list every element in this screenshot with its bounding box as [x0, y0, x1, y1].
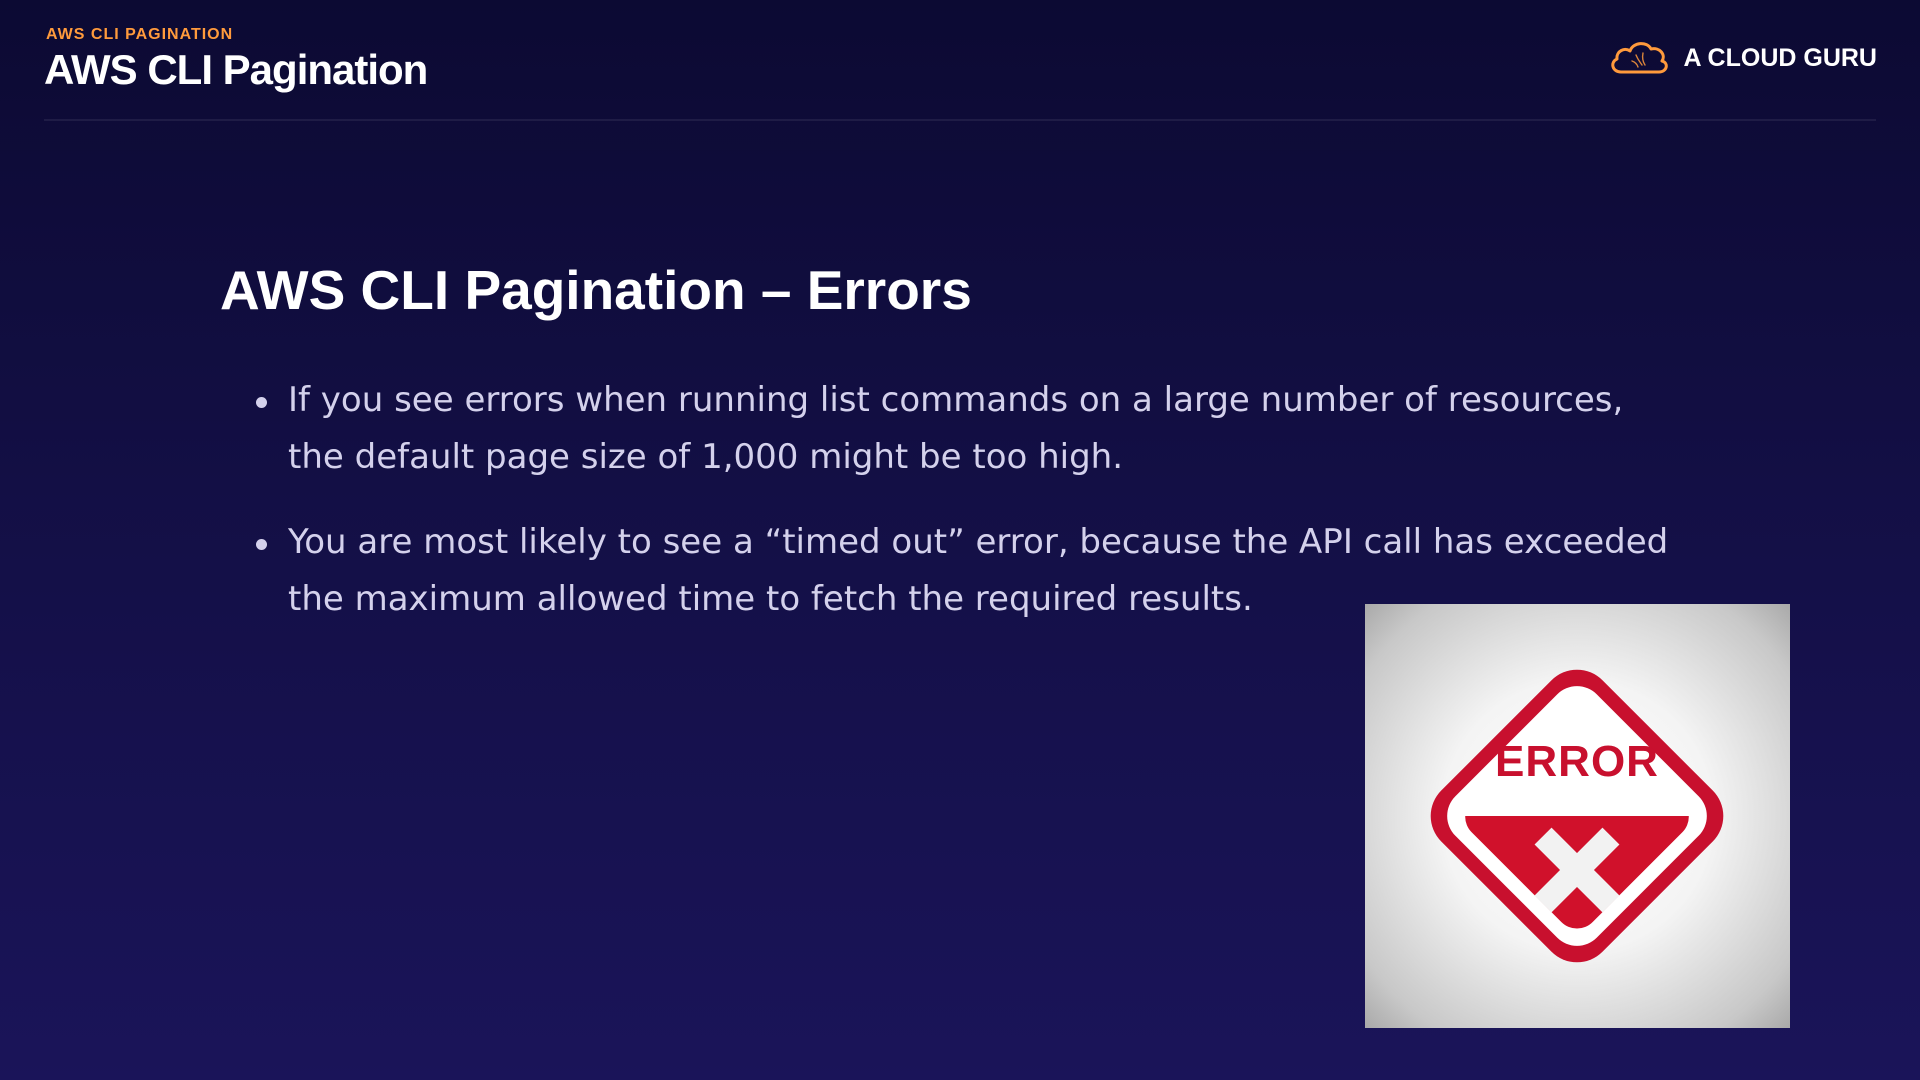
cloud-logo-icon [1611, 42, 1669, 74]
error-sign-icon: ERROR [1430, 669, 1724, 963]
section-kicker: AWS CLI PAGINATION [46, 26, 234, 43]
brand-logo: A CLOUD GURU [1607, 38, 1877, 78]
bullet-item: If you see errors when running list comm… [252, 372, 1682, 486]
header-divider [44, 119, 1876, 121]
brand-name: A CLOUD GURU [1683, 43, 1877, 72]
page-title: AWS CLI Pagination [44, 46, 428, 93]
bullet-dot-icon [256, 539, 267, 550]
bullet-dot-icon [256, 397, 267, 408]
bullet-text: If you see errors when running list comm… [288, 380, 1624, 477]
error-label: ERROR [1495, 737, 1659, 786]
slide-heading: AWS CLI Pagination – Errors [220, 259, 972, 321]
error-sign-image: ERROR [1365, 604, 1790, 1028]
